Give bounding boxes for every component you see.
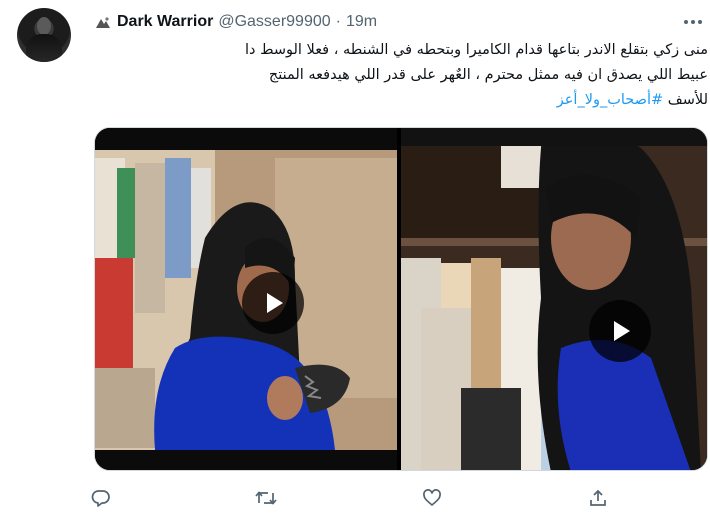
play-button[interactable] [242, 272, 304, 334]
avatar-head [37, 17, 51, 35]
tweet-text-word: للأسف [667, 92, 708, 108]
avatar-torso [26, 34, 62, 62]
tweet-card[interactable]: Dark Warrior @Gasser99900 · 19m منى زكي … [0, 0, 710, 516]
verified-badge-icon [94, 15, 111, 29]
retweet-icon [255, 491, 277, 505]
more-dot-icon [698, 20, 702, 24]
like-icon [423, 489, 441, 506]
action-bar [0, 487, 710, 513]
more-dot-icon [684, 20, 688, 24]
play-icon [267, 293, 283, 313]
share-icon [590, 489, 606, 506]
tweet-text: منى زكي بتقلع الاندر بتاعها قدام الكامير… [94, 38, 708, 113]
tweet-header: Dark Warrior @Gasser99900 · 19m [94, 12, 377, 32]
media-grid [94, 127, 708, 471]
reply-button[interactable] [90, 487, 112, 509]
video-right-scene [401, 128, 707, 470]
separator-dot: · [335, 13, 341, 30]
retweet-button[interactable] [255, 487, 277, 509]
tweet-text-line: للأسف #أصحاب_ولا_أعز [94, 88, 708, 113]
more-options-button[interactable] [682, 12, 704, 32]
hashtag-link[interactable]: #أصحاب_ولا_أعز [557, 92, 663, 108]
video-right[interactable] [401, 128, 707, 470]
tweet-text-line: عبيط اللي يصدق ان فيه ممثل محترم ، العٌه… [268, 67, 708, 83]
tweet-text-line: منى زكي بتقلع الاندر بتاعها قدام الكامير… [244, 42, 708, 58]
video-left[interactable] [95, 128, 397, 470]
like-button[interactable] [421, 487, 443, 509]
play-button[interactable] [589, 300, 651, 362]
display-name[interactable]: Dark Warrior [117, 13, 213, 31]
avatar[interactable] [17, 8, 71, 62]
tweet-time[interactable]: 19m [346, 13, 377, 31]
play-icon [614, 321, 630, 341]
share-button[interactable] [587, 487, 609, 509]
reply-icon [91, 490, 110, 507]
more-dot-icon [691, 20, 695, 24]
user-handle[interactable]: @Gasser99900 [218, 13, 330, 31]
